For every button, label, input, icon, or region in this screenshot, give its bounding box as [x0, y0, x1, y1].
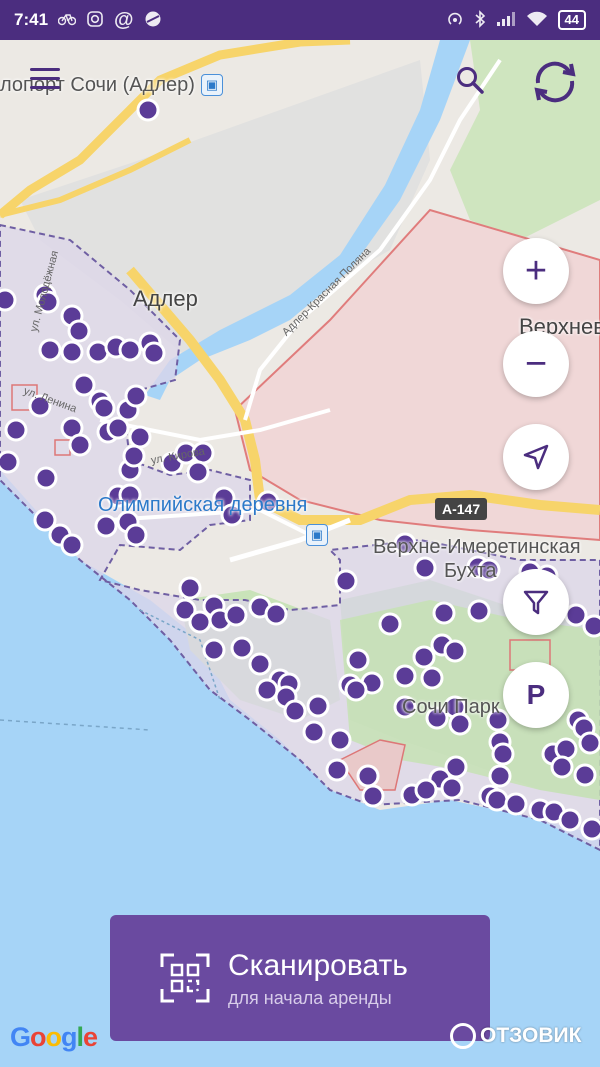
- at-icon: @: [114, 9, 134, 31]
- search-icon[interactable]: [455, 65, 485, 100]
- filter-icon: [523, 590, 549, 615]
- locate-button[interactable]: [503, 424, 569, 490]
- clock: 7:41: [14, 10, 49, 29]
- instagram-icon: [86, 10, 104, 31]
- status-bar: 7:41 @ 44: [0, 0, 600, 40]
- watermark-logo-icon: [450, 1023, 476, 1049]
- zoom-in-button[interactable]: +: [503, 238, 569, 304]
- qr-scan-icon: [160, 953, 210, 1003]
- menu-icon[interactable]: [28, 65, 62, 98]
- parking-button[interactable]: P: [503, 662, 569, 728]
- navigation-arrow-icon: [523, 444, 549, 470]
- globe-icon: [144, 10, 162, 31]
- watermark: ОТЗОВИК: [450, 1023, 581, 1049]
- hotspot-icon: [446, 10, 464, 31]
- bike-icon: [57, 12, 77, 29]
- scan-subtitle: для начала аренды: [228, 987, 392, 1008]
- train-station-icon-2: ▣: [306, 524, 328, 546]
- watermark-text: ОТЗОВИК: [480, 1024, 582, 1047]
- scan-button[interactable]: Сканировать для начала аренды: [110, 915, 490, 1041]
- filter-button[interactable]: [503, 569, 569, 635]
- signal-icon: [496, 11, 516, 30]
- bluetooth-icon: [474, 9, 486, 31]
- scan-title: Сканировать: [228, 948, 408, 982]
- wifi-icon: [526, 11, 548, 30]
- map-label-bay: Бухта: [444, 560, 497, 582]
- train-station-icon: ▣: [201, 74, 223, 96]
- zoom-out-button[interactable]: −: [503, 331, 569, 397]
- battery-indicator: 44: [557, 10, 586, 30]
- road-badge: А-147: [435, 498, 488, 520]
- map-label-verkhne-imeretinskaya: Верхне-Имеретинская: [373, 536, 581, 558]
- map-label-adler: Адлер: [133, 286, 198, 311]
- refresh-icon[interactable]: [530, 59, 580, 110]
- map-label-olympic-village: Олимпийская деревня: [98, 494, 308, 516]
- map-view[interactable]: лопорт Сочи (Адлер) ▣ Адлер Верхнев Олим…: [0, 40, 600, 1067]
- map-label-park: Сочи Парк: [402, 696, 500, 718]
- google-logo: Google: [10, 1022, 98, 1052]
